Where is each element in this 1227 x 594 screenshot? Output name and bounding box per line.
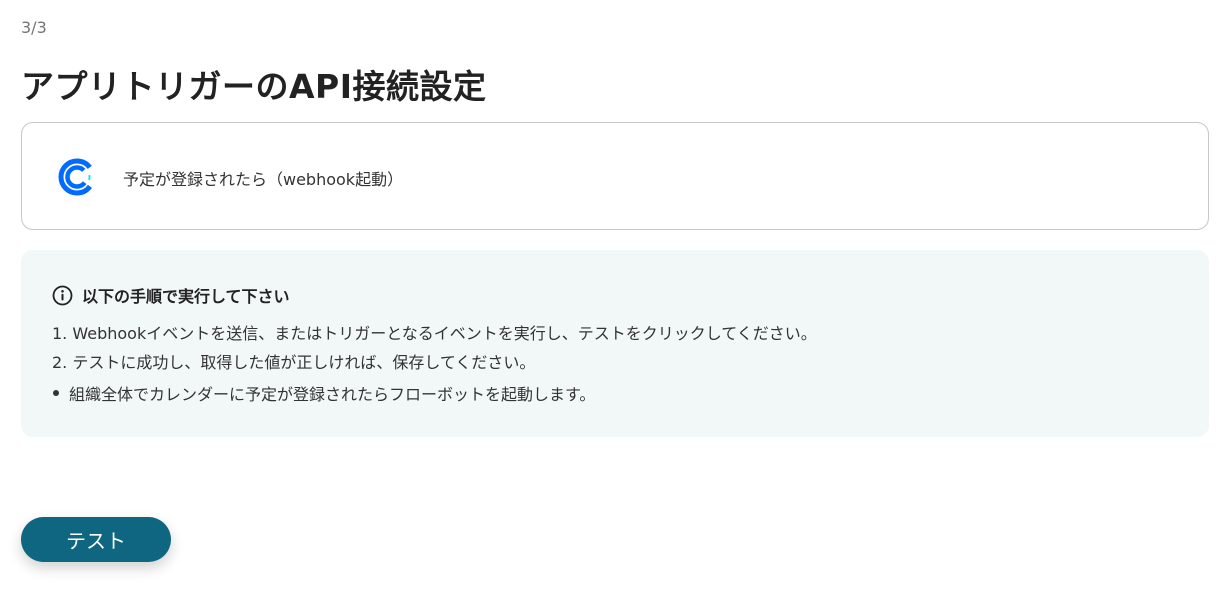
- calendly-logo-icon: [58, 158, 96, 196]
- instructions-panel: 以下の手順で実行して下さい 1. Webhookイベントを送信、またはトリガーと…: [21, 250, 1209, 437]
- instructions-header: 以下の手順で実行して下さい: [52, 283, 290, 307]
- page-title: アプリトリガーのAPI接続設定: [21, 67, 487, 106]
- trigger-label: 予定が登録されたら（webhook起動）: [123, 170, 404, 189]
- instruction-note: 組織全体でカレンダーに予定が登録されたらフローボットを起動します。: [52, 381, 595, 405]
- page: 3/3 アプリトリガーのAPI接続設定 予定が登録されたら（webhook起動）…: [0, 0, 1227, 594]
- instruction-note-text: 組織全体でカレンダーに予定が登録されたらフローボットを起動します。: [69, 385, 596, 404]
- trigger-card: 予定が登録されたら（webhook起動）: [21, 122, 1209, 230]
- instruction-step: 2. テストに成功し、取得した値が正しければ、保存してください。: [52, 353, 536, 372]
- info-icon: [52, 285, 73, 306]
- instructions-steps: 1. Webhookイベントを送信、またはトリガーとなるイベントを実行し、テスト…: [52, 319, 817, 377]
- instructions-title: 以下の手順で実行して下さい: [82, 287, 290, 306]
- bullet-dot: [53, 390, 59, 396]
- step-indicator: 3/3: [21, 18, 47, 37]
- instruction-step: 1. Webhookイベントを送信、またはトリガーとなるイベントを実行し、テスト…: [52, 324, 817, 343]
- test-button[interactable]: テスト: [21, 517, 171, 562]
